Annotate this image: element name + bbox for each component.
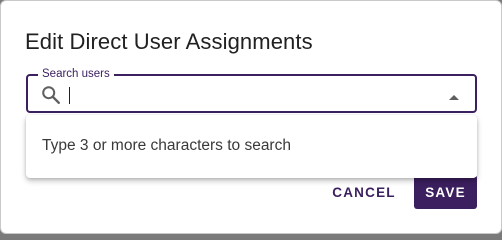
search-users-field[interactable]: Search users (26, 67, 477, 113)
search-input[interactable] (68, 82, 438, 106)
search-icon (40, 84, 62, 106)
search-dropdown: Type 3 or more characters to search (26, 115, 477, 178)
dropdown-hint-message: Type 3 or more characters to search (42, 137, 291, 154)
arrow-up-icon[interactable] (447, 89, 461, 100)
dialog-title: Edit Direct User Assignments (25, 29, 313, 54)
text-cursor (69, 87, 70, 104)
save-button[interactable]: SAVE (414, 175, 477, 209)
cancel-button[interactable]: CANCEL (323, 175, 405, 209)
search-users-label: Search users (38, 67, 114, 81)
edit-assignments-dialog: Edit Direct User Assignments CANCEL SAVE… (0, 0, 502, 234)
